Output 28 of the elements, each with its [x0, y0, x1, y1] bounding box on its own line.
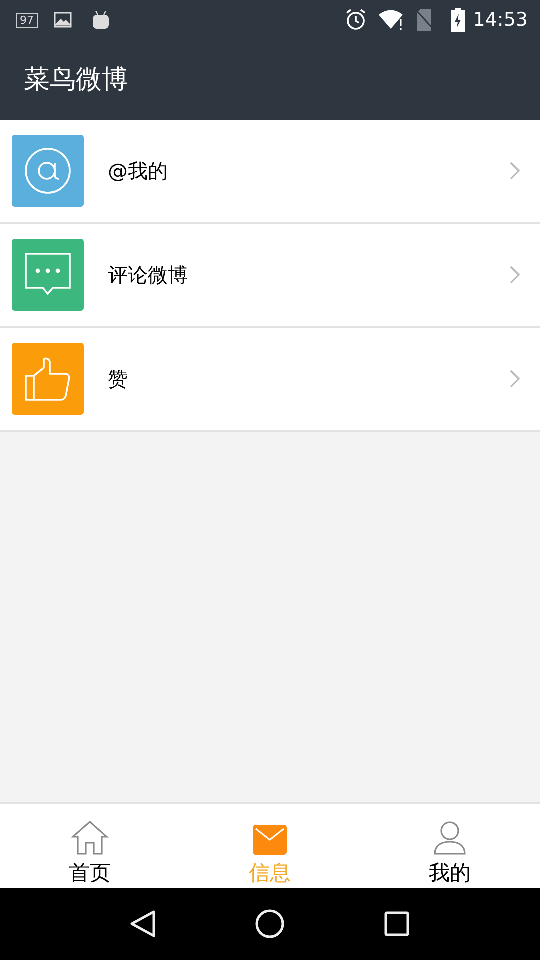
chevron-right-icon: [510, 370, 520, 388]
nav-tab[interactable]: 首页: [0, 804, 180, 888]
back-icon[interactable]: [130, 910, 156, 938]
item-label: @我的: [108, 158, 169, 185]
menu-item[interactable]: 赞: [0, 328, 540, 432]
item-label: 赞: [108, 366, 129, 393]
alarm-icon: [345, 9, 368, 31]
battery-charging-icon: [451, 8, 466, 32]
envelope-icon: [253, 825, 287, 855]
thumbs-up-icon: [25, 357, 71, 401]
home-circle-icon[interactable]: [254, 909, 285, 939]
image-icon: [54, 12, 72, 28]
at-sign-icon: [24, 147, 72, 195]
chevron-right-icon: [510, 162, 520, 180]
menu-item[interactable]: @我的: [0, 120, 540, 224]
person-icon: [433, 821, 467, 855]
chevron-right-icon: [510, 266, 520, 284]
recents-square-icon[interactable]: [384, 911, 410, 937]
house-icon: [71, 821, 109, 855]
notification-badge: 97: [16, 12, 38, 28]
clock-time: 14:53: [473, 8, 528, 33]
item-label: 评论微博: [108, 262, 189, 289]
wifi-icon: [379, 9, 406, 31]
menu-item[interactable]: 评论微博: [0, 224, 540, 328]
robot-icon: [92, 11, 110, 29]
speech-bubble-icon: [25, 253, 71, 297]
app-title: 菜鸟微博: [24, 64, 128, 96]
nav-tab[interactable]: 我的: [360, 804, 540, 888]
